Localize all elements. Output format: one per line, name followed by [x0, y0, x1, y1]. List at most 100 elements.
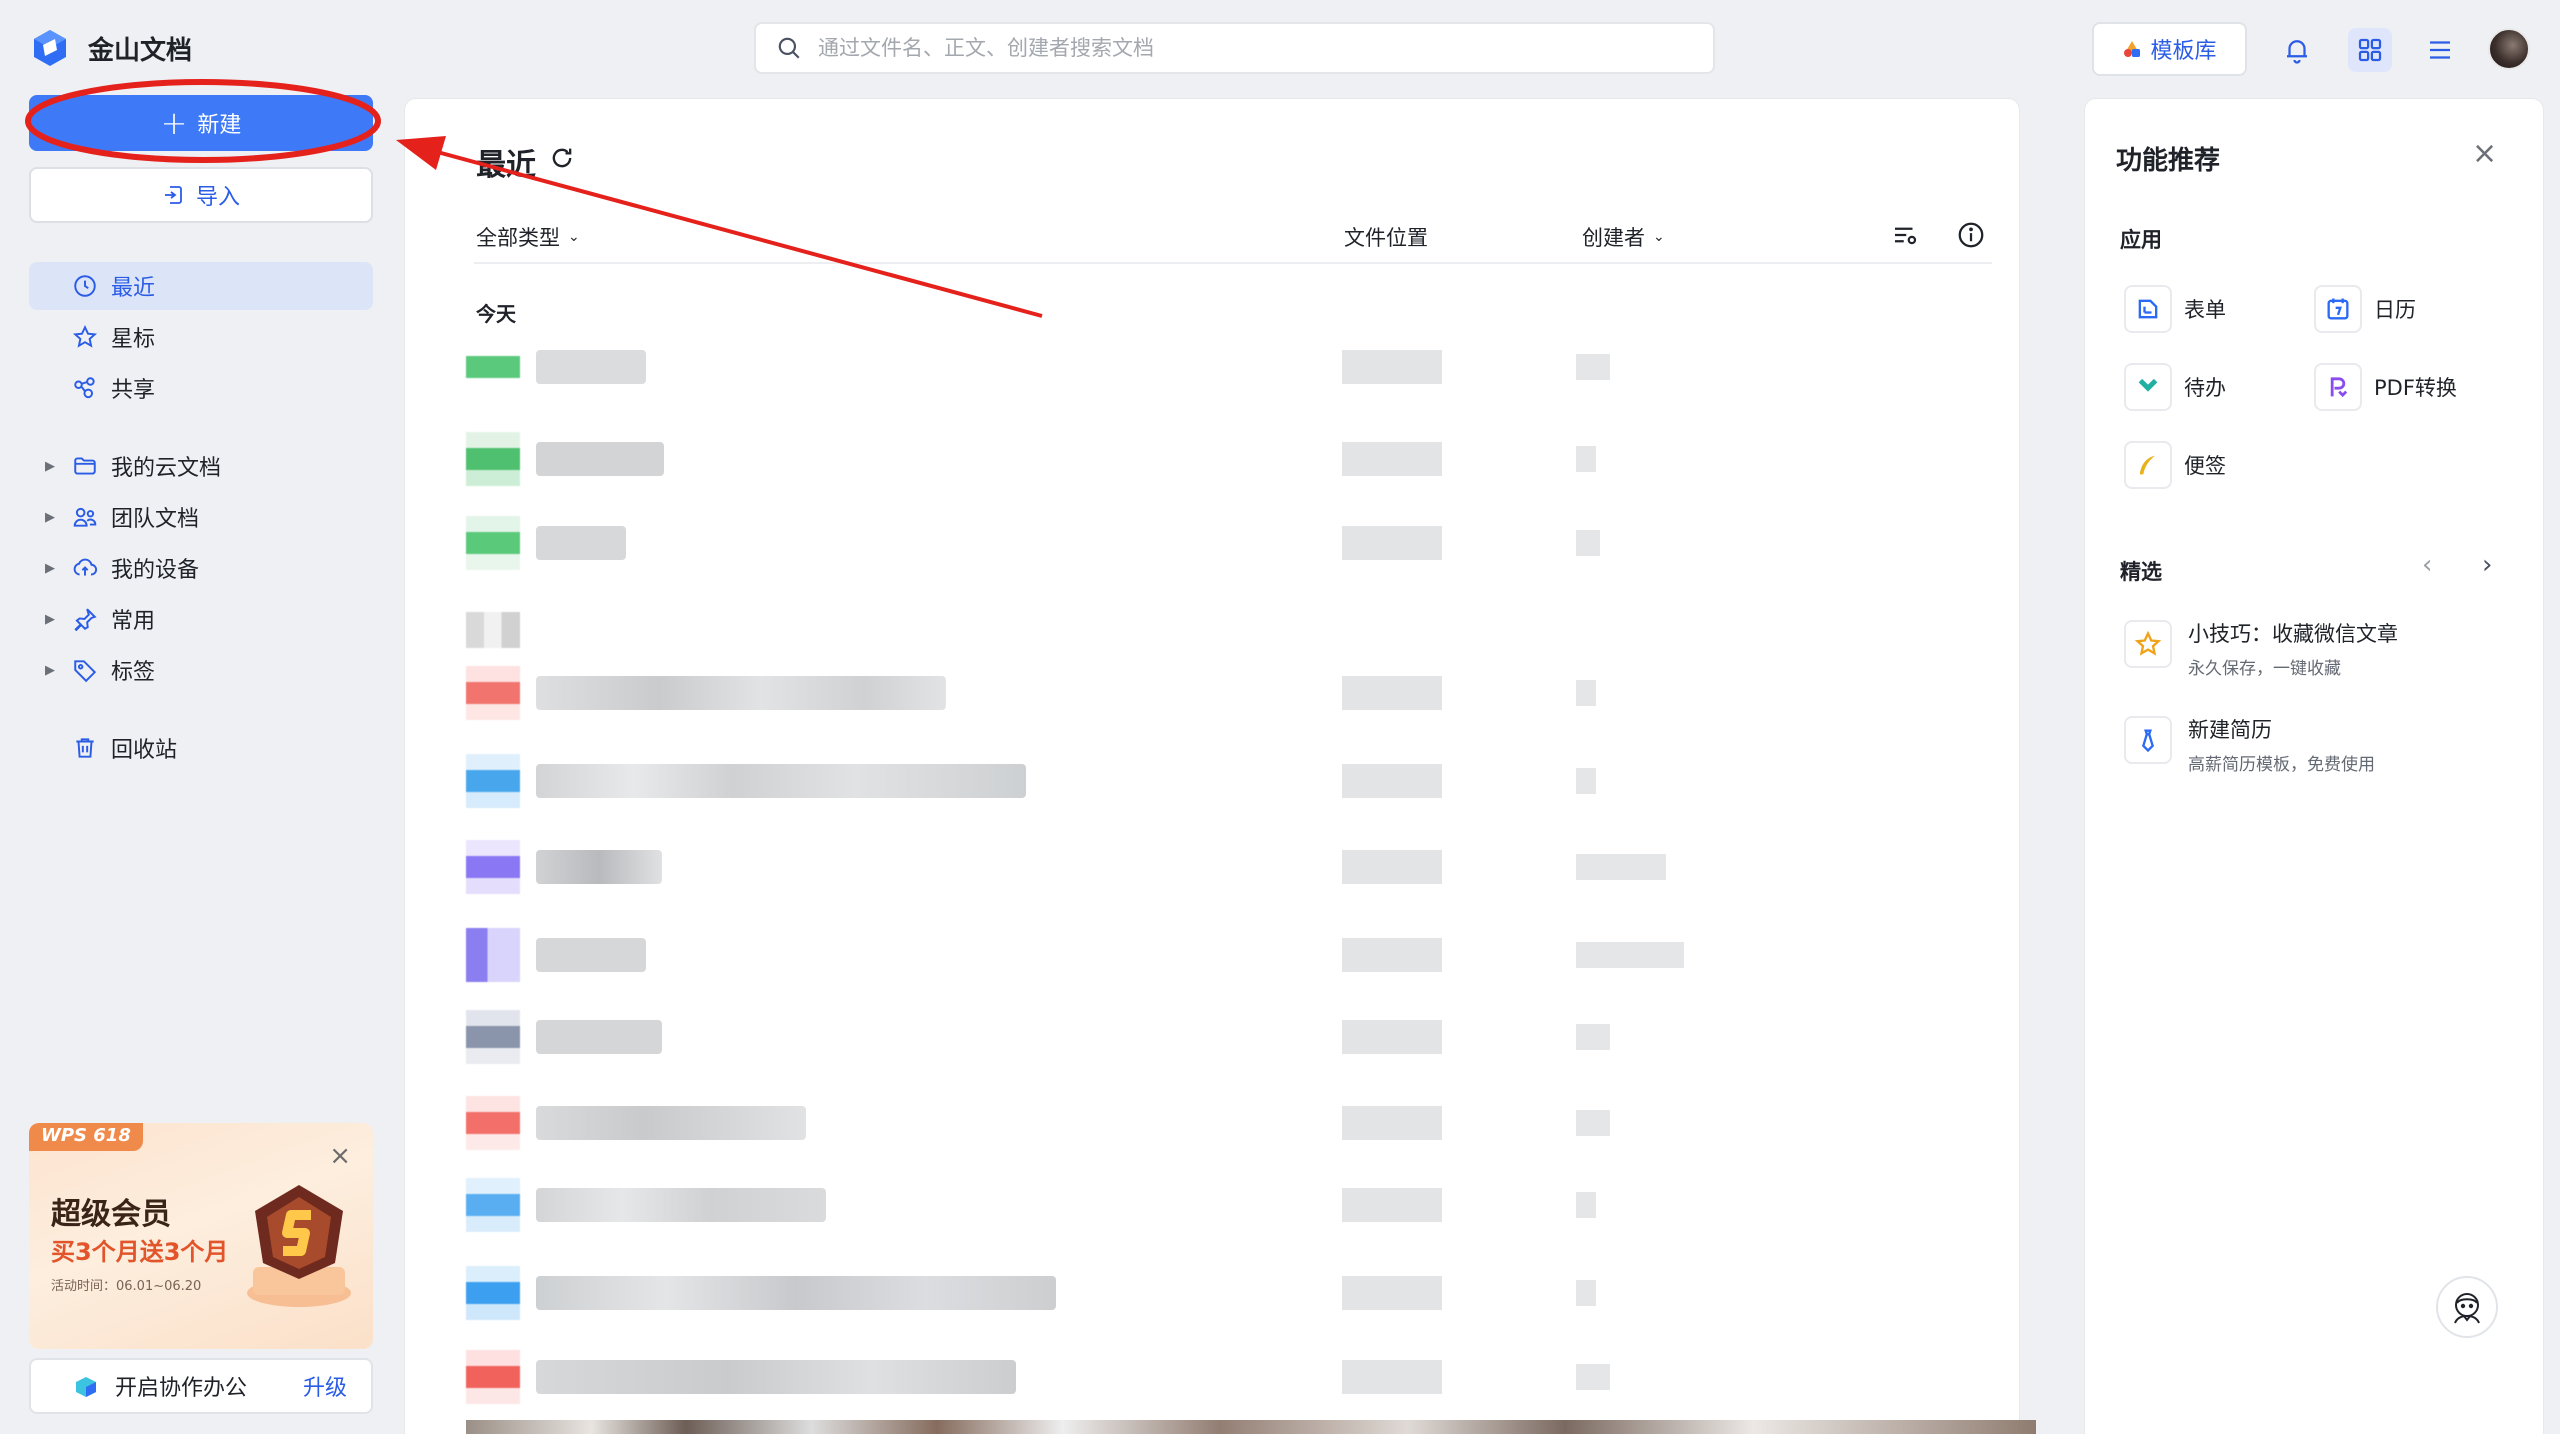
sidebar-item-label: 我的设备: [111, 558, 200, 583]
import-button[interactable]: 导入: [29, 167, 373, 223]
file-name-redacted: [536, 764, 1026, 798]
file-type-icon: [466, 1350, 520, 1404]
type-filter-dropdown[interactable]: 全部类型 ⌄: [476, 222, 580, 252]
search-input[interactable]: [818, 36, 1668, 60]
bell-icon: [2287, 40, 2307, 64]
file-creator-redacted: [1576, 942, 1684, 968]
app-label: 便签: [2184, 454, 2226, 478]
file-creator-redacted: [1576, 1280, 1596, 1306]
sidebar-item-my-devices[interactable]: ▶ 我的设备: [29, 544, 373, 592]
sidebar-item-my-cloud-docs[interactable]: ▶ 我的云文档: [29, 442, 373, 490]
star-icon: [71, 323, 99, 351]
app-logo[interactable]: 金山文档: [30, 26, 192, 70]
list-view-button[interactable]: [2420, 30, 2460, 70]
expand-triangle-icon[interactable]: ▶: [45, 561, 55, 576]
file-name-redacted: [536, 350, 646, 384]
featured-subtitle: 高薪简历模板，免费使用: [2188, 755, 2375, 775]
collaboration-office-button[interactable]: 开启协作办公 升级: [29, 1358, 373, 1414]
sidebar-item-team-docs[interactable]: ▶ 团队文档: [29, 493, 373, 541]
app-form[interactable]: 表单: [2124, 282, 2226, 336]
notification-button[interactable]: [2277, 30, 2317, 70]
grid-view-button[interactable]: [2348, 28, 2392, 72]
sidebar-item-starred[interactable]: 星标: [29, 313, 373, 361]
creator-filter-label: 创建者: [1582, 226, 1645, 250]
template-library-button[interactable]: 模板库: [2092, 22, 2247, 76]
file-row[interactable]: [466, 1178, 2036, 1232]
featured-title: 小技巧：收藏微信文章: [2188, 622, 2398, 646]
featured-title: 新建简历: [2188, 718, 2272, 742]
file-location-redacted: [1342, 676, 1442, 710]
file-row[interactable]: [466, 432, 2036, 486]
app-note[interactable]: 便签: [2124, 438, 2226, 492]
new-button-label: 新建: [197, 113, 242, 138]
file-row[interactable]: [466, 1350, 2036, 1404]
close-icon[interactable]: ×: [329, 1141, 351, 1171]
assistant-button[interactable]: [2436, 1276, 2498, 1338]
refresh-icon[interactable]: [548, 144, 576, 172]
sidebar-item-frequent[interactable]: ▶ 常用: [29, 595, 373, 643]
expand-triangle-icon[interactable]: ▶: [45, 663, 55, 678]
featured-item[interactable]: 新建简历 高薪简历模板，免费使用: [2124, 714, 2375, 775]
expand-triangle-icon[interactable]: ▶: [45, 510, 55, 525]
form-icon: [2124, 285, 2172, 333]
sort-settings-icon[interactable]: [1890, 220, 1920, 250]
app-name: 金山文档: [88, 35, 193, 66]
file-row[interactable]: [466, 666, 2036, 720]
file-type-icon: [466, 666, 520, 720]
sidebar-item-label: 星标: [111, 327, 156, 352]
folder-icon: [71, 452, 99, 480]
file-creator-redacted: [1576, 1110, 1610, 1136]
close-icon[interactable]: ×: [2472, 136, 2497, 171]
app-calendar[interactable]: 日历: [2314, 282, 2416, 336]
sidebar-item-recent[interactable]: 最近: [29, 262, 373, 310]
new-button[interactable]: + 新建: [29, 95, 373, 151]
expand-triangle-icon[interactable]: ▶: [45, 459, 55, 474]
app-label: 日历: [2374, 298, 2416, 322]
file-type-icon: [466, 754, 520, 808]
team-icon: [71, 503, 99, 531]
sidebar-item-tags[interactable]: ▶ 标签: [29, 646, 373, 694]
assistant-avatar-icon: [2454, 1293, 2480, 1324]
file-row[interactable]: [466, 1096, 2036, 1150]
file-row[interactable]: [466, 754, 2036, 808]
file-row[interactable]: [466, 340, 2036, 394]
promo-period: 活动时间：06.01~06.20: [51, 1279, 202, 1294]
file-row-partial: [466, 1420, 2036, 1434]
file-creator-redacted: [1576, 1192, 1596, 1218]
file-row[interactable]: [466, 516, 2036, 570]
file-row[interactable]: [466, 1010, 2036, 1064]
app-todo[interactable]: 待办: [2124, 360, 2226, 414]
file-location-redacted: [1342, 350, 1442, 384]
sidebar-item-trash[interactable]: 回收站: [29, 724, 373, 772]
upgrade-link[interactable]: 升级: [303, 1370, 347, 1402]
cube-icon: [76, 1377, 96, 1397]
chevron-right-icon[interactable]: ›: [2482, 550, 2492, 580]
promo-banner[interactable]: WPS 618 × 超级会员 买3个月送3个月 活动时间：06.01~06.20: [29, 1123, 373, 1349]
file-row[interactable]: [466, 1266, 2036, 1320]
file-name-redacted: [536, 1020, 662, 1054]
app-pdf-convert[interactable]: PDF转换: [2314, 360, 2457, 414]
file-name-redacted: [536, 1188, 826, 1222]
search-bar[interactable]: [754, 22, 1715, 74]
promo-subtitle: 买3个月送3个月: [51, 1238, 229, 1266]
user-avatar[interactable]: [2488, 28, 2530, 70]
file-type-icon: [466, 840, 520, 894]
creator-filter-dropdown[interactable]: 创建者 ⌄: [1582, 222, 1665, 252]
info-icon[interactable]: [1956, 220, 1986, 250]
file-location-redacted: [1342, 526, 1442, 560]
file-row[interactable]: [466, 928, 2036, 982]
collaboration-label: 开启协作办公: [115, 1376, 248, 1401]
expand-triangle-icon[interactable]: ▶: [45, 612, 55, 627]
file-row[interactable]: [466, 840, 2036, 894]
featured-item[interactable]: 小技巧：收藏微信文章 永久保存，一键收藏: [2124, 618, 2398, 679]
sidebar-item-shared[interactable]: 共享: [29, 364, 373, 412]
app-label: 表单: [2184, 298, 2226, 322]
file-row[interactable]: [466, 612, 2036, 666]
file-name-redacted: [536, 442, 664, 476]
chevron-left-icon[interactable]: ‹: [2422, 550, 2432, 580]
file-location-redacted: [1342, 1106, 1442, 1140]
file-creator-redacted: [1576, 354, 1610, 380]
file-location-redacted: [1342, 938, 1442, 972]
file-creator-redacted: [1576, 680, 1596, 706]
promo-tag: WPS 618: [29, 1123, 143, 1151]
